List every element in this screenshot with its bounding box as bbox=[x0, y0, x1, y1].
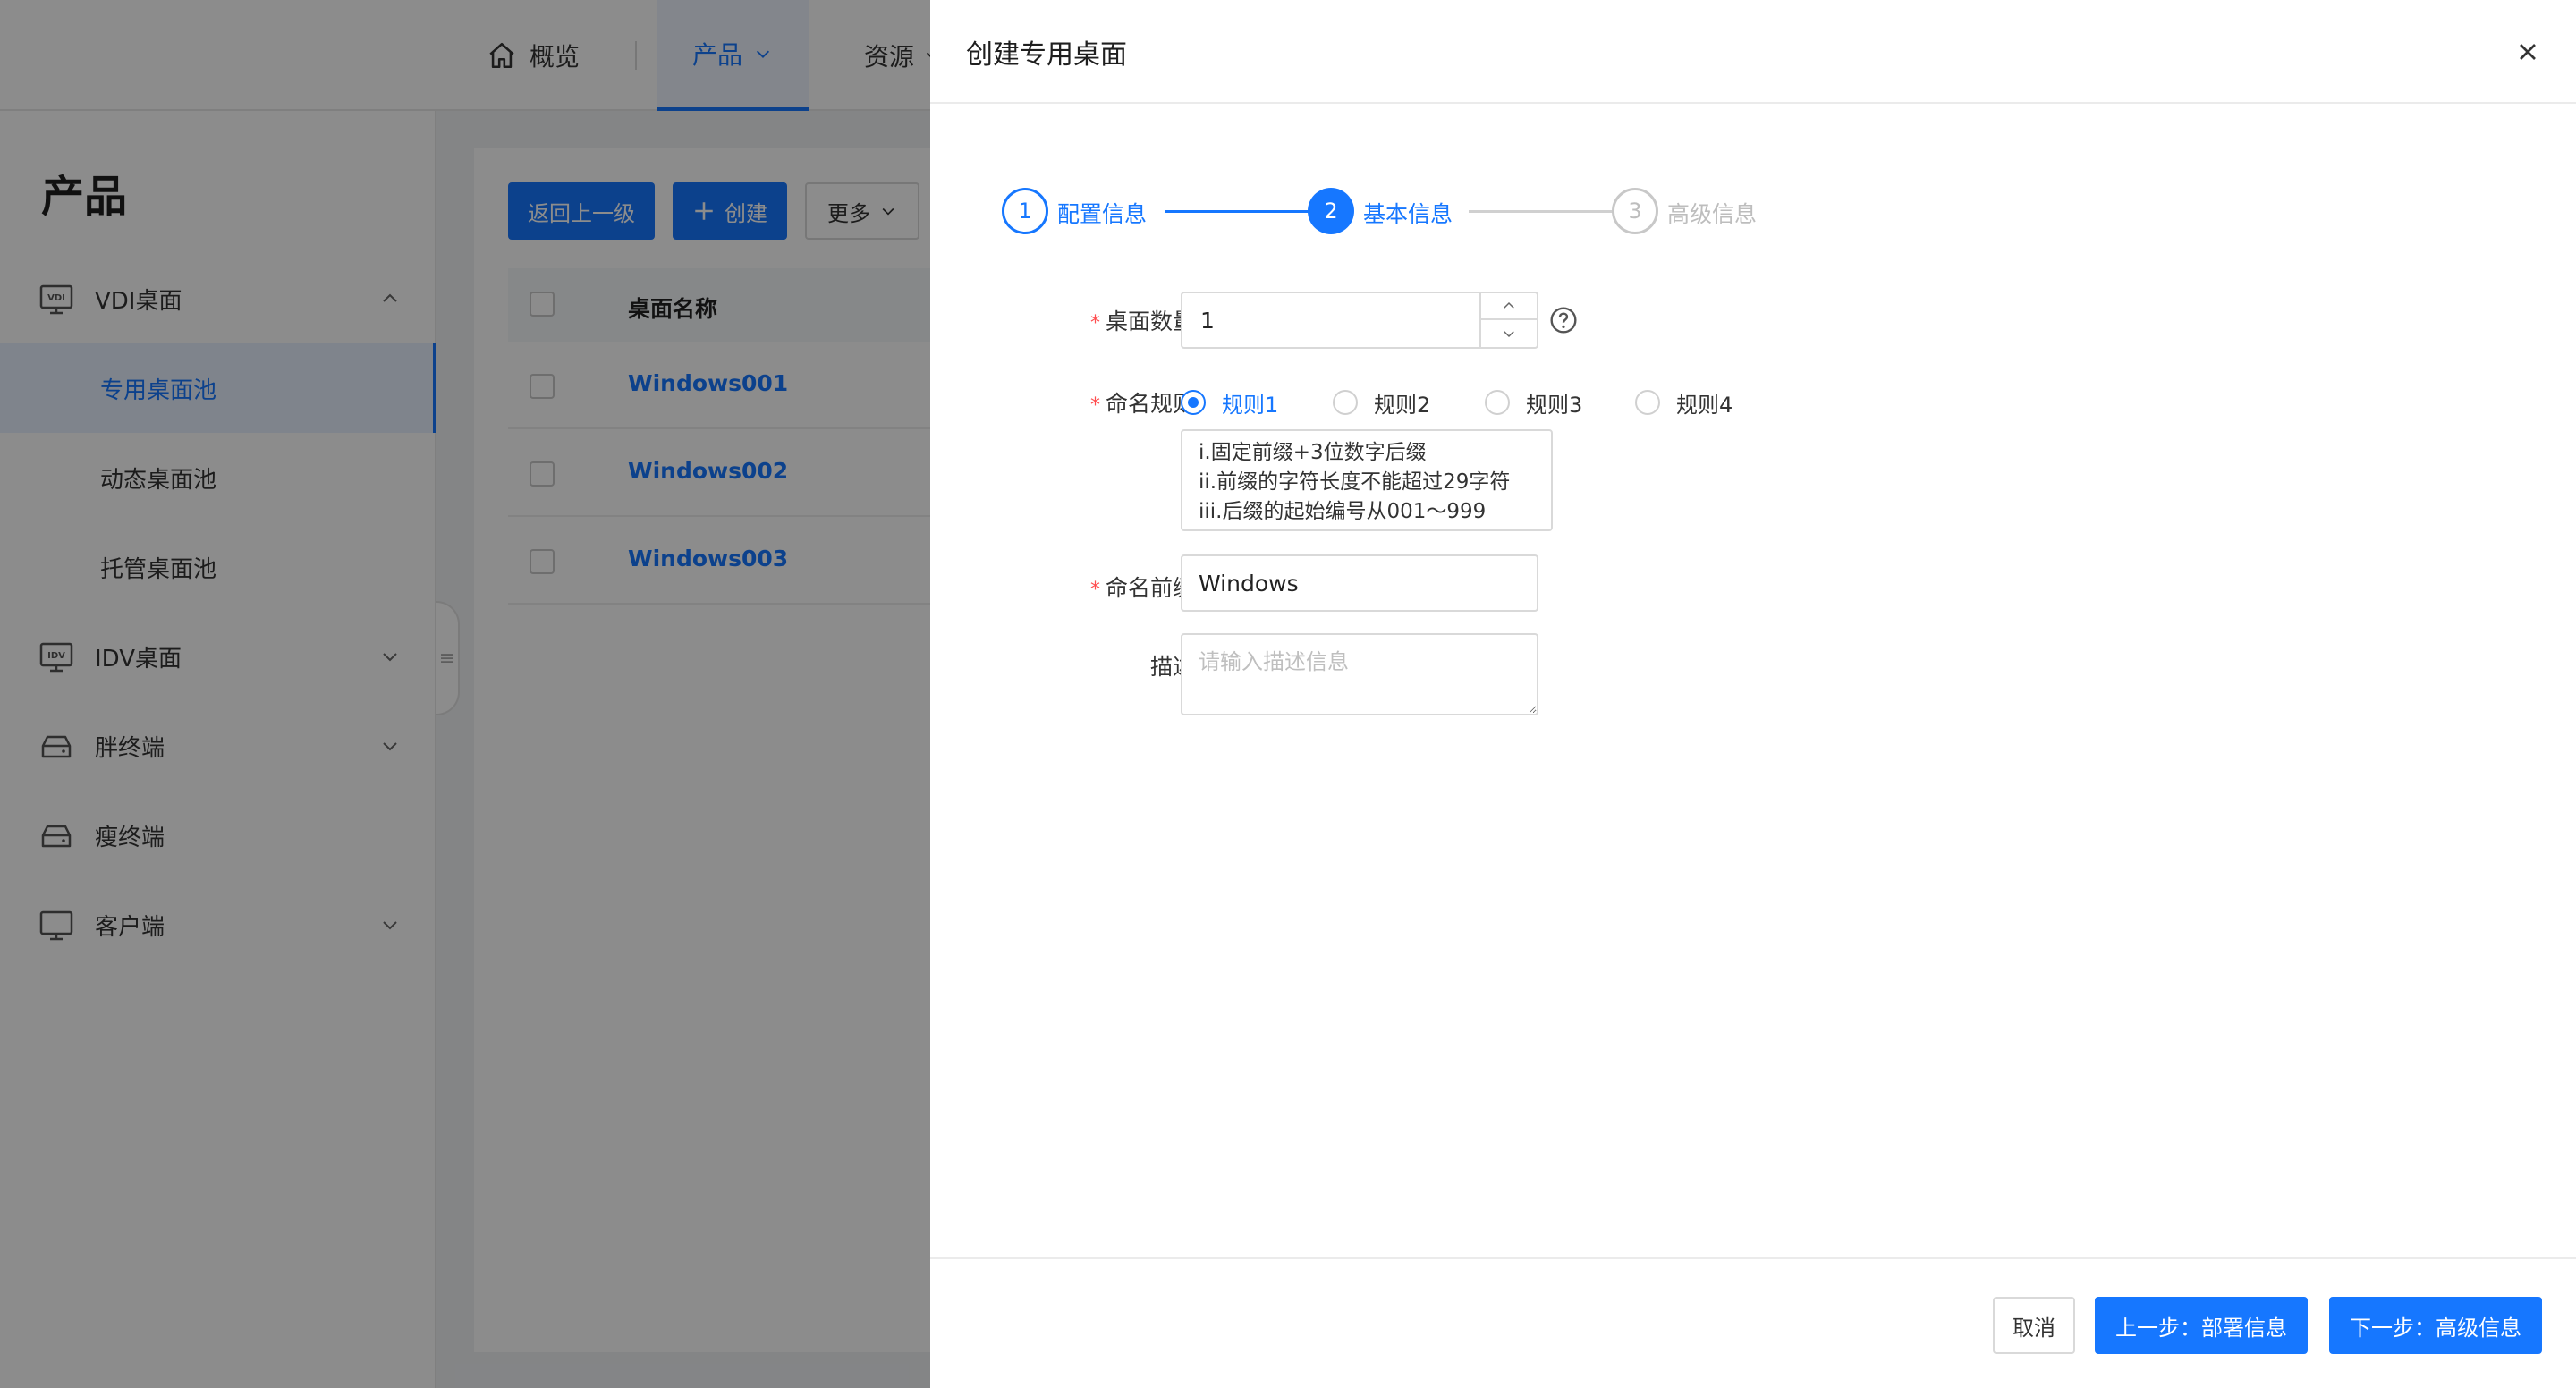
drawer-header: 创建专用桌面 bbox=[930, 0, 2576, 104]
naming-rule-label: * 命名规则 bbox=[1034, 386, 1195, 419]
radio-rule-4[interactable]: 规则4 bbox=[1635, 385, 1733, 420]
radio-dot bbox=[1635, 390, 1660, 415]
naming-prefix-input[interactable] bbox=[1181, 554, 1538, 612]
step-connector bbox=[1165, 210, 1317, 213]
desktop-count-stepper[interactable]: 1 bbox=[1181, 292, 1538, 349]
required-asterisk: * bbox=[1089, 312, 1100, 334]
radio-label: 规则2 bbox=[1374, 392, 1431, 418]
naming-rule-description: i.固定前缀+3位数字后缀 ii.前缀的字符长度不能超过29字符 iii.后缀的… bbox=[1181, 429, 1553, 531]
step-2-circle: 2 bbox=[1308, 188, 1354, 234]
step-number: 1 bbox=[1018, 199, 1032, 224]
radio-dot bbox=[1333, 390, 1358, 415]
next-step-button[interactable]: 下一步：高级信息 bbox=[2329, 1297, 2542, 1354]
radio-label: 规则4 bbox=[1676, 392, 1733, 418]
next-step-button-label: 下一步：高级信息 bbox=[2350, 1315, 2521, 1341]
radio-rule-1[interactable]: 规则1 bbox=[1181, 385, 1278, 420]
drawer-footer: 取消 上一步：部署信息 下一步：高级信息 bbox=[930, 1257, 2576, 1388]
radio-dot bbox=[1485, 390, 1510, 415]
step-number: 3 bbox=[1628, 199, 1642, 224]
step-number: 2 bbox=[1324, 199, 1338, 224]
desktop-count-label: * 桌面数量 bbox=[1034, 304, 1195, 336]
description-label: 描述 bbox=[1149, 654, 1195, 680]
stepper-controls bbox=[1479, 293, 1537, 347]
step-connector bbox=[1469, 210, 1621, 213]
radio-label: 规则3 bbox=[1526, 392, 1583, 418]
rule-description-line: iii.后缀的起始编号从001～999 bbox=[1199, 500, 1487, 523]
question-circle-icon[interactable] bbox=[1549, 306, 1578, 334]
cancel-button-label: 取消 bbox=[2012, 1315, 2055, 1341]
radio-rule-3[interactable]: 规则3 bbox=[1485, 385, 1582, 420]
chevron-up-icon bbox=[1504, 301, 1514, 309]
create-desktop-drawer: 创建专用桌面 1 配置信息 2 基本信息 3 高级信息 * 桌面数量 1 * 命名规… bbox=[930, 0, 2576, 1388]
rule-description-line: ii.前缀的字符长度不能超过29字符 bbox=[1199, 470, 1511, 494]
close-icon[interactable] bbox=[2513, 38, 2542, 66]
rule-description-line: i.固定前缀+3位数字后缀 bbox=[1199, 441, 1427, 464]
desktop-count-value: 1 bbox=[1200, 308, 1215, 334]
step-1-circle: 1 bbox=[1002, 188, 1048, 234]
radio-label: 规则1 bbox=[1222, 392, 1279, 418]
step-2-label: 基本信息 bbox=[1363, 201, 1453, 227]
previous-step-button[interactable]: 上一步：部署信息 bbox=[2095, 1297, 2308, 1354]
drawer-title: 创建专用桌面 bbox=[966, 39, 1127, 71]
chevron-down-icon bbox=[1504, 331, 1514, 338]
required-asterisk: * bbox=[1089, 394, 1100, 417]
naming-prefix-label: * 命名前缀 bbox=[1034, 571, 1195, 603]
previous-step-button-label: 上一步：部署信息 bbox=[2115, 1315, 2287, 1341]
description-textarea[interactable] bbox=[1181, 633, 1538, 715]
decrement-button[interactable] bbox=[1481, 320, 1537, 347]
radio-rule-2[interactable]: 规则2 bbox=[1333, 385, 1430, 420]
step-1-label: 配置信息 bbox=[1057, 201, 1148, 227]
increment-button[interactable] bbox=[1481, 293, 1537, 320]
radio-dot bbox=[1181, 390, 1206, 415]
step-3-circle: 3 bbox=[1612, 188, 1658, 234]
step-3-label: 高级信息 bbox=[1667, 201, 1758, 227]
required-asterisk: * bbox=[1089, 579, 1100, 601]
cancel-button[interactable]: 取消 bbox=[1993, 1297, 2075, 1354]
